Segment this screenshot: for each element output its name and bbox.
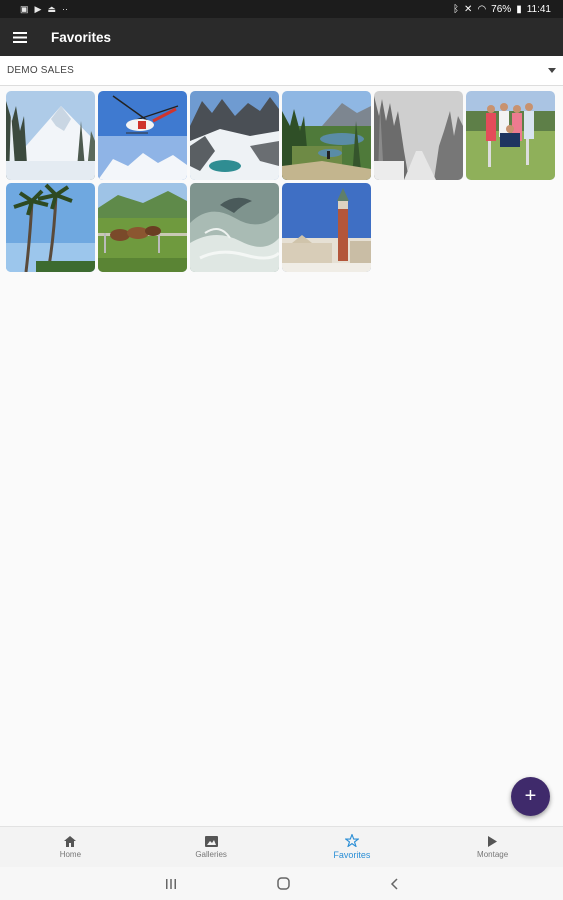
dropdown-selected-value: DEMO SALES bbox=[7, 65, 75, 76]
app-bar: Favorites bbox=[0, 18, 563, 56]
photo-thumbnail[interactable] bbox=[190, 91, 279, 180]
nav-label-home: Home bbox=[59, 849, 82, 859]
status-bar: ▣ ▶ ⏏ ·· ᛒ ✕ ◠ 76% ▮ 11:41 bbox=[0, 0, 563, 18]
battery-percent: 76% bbox=[491, 3, 512, 15]
download-notification-icon: ⏏ bbox=[47, 3, 56, 14]
recent-apps-icon[interactable] bbox=[165, 878, 177, 890]
page-title: Favorites bbox=[51, 29, 112, 45]
home-button-icon[interactable] bbox=[276, 877, 290, 890]
photo-thumbnail[interactable] bbox=[98, 183, 187, 272]
system-status: ᛒ ✕ ◠ 76% ▮ 11:41 bbox=[453, 4, 551, 15]
image-icon bbox=[204, 835, 218, 847]
notification-icons: ▣ ▶ ⏏ ·· bbox=[20, 4, 68, 15]
plus-icon: + bbox=[524, 785, 537, 807]
chevron-down-icon bbox=[548, 68, 556, 73]
photo-thumbnail[interactable] bbox=[282, 91, 371, 180]
photo-thumbnail[interactable] bbox=[6, 183, 95, 272]
play-store-notification-icon: ▶ bbox=[34, 3, 42, 14]
nav-label-favorites: Favorites bbox=[333, 850, 371, 860]
system-navigation-bar bbox=[0, 867, 563, 900]
bottom-navigation: Home Galleries Favorites Montage bbox=[0, 826, 563, 867]
nav-item-galleries[interactable]: Galleries bbox=[141, 827, 282, 867]
hamburger-menu-icon[interactable] bbox=[0, 18, 40, 56]
clock: 11:41 bbox=[526, 3, 551, 15]
back-icon[interactable] bbox=[390, 877, 399, 890]
bluetooth-icon: ᛒ bbox=[453, 3, 460, 15]
star-icon bbox=[344, 834, 359, 847]
gallery-notification-icon: ▣ bbox=[20, 3, 29, 14]
nav-item-montage[interactable]: Montage bbox=[422, 827, 563, 867]
photo-thumbnail[interactable] bbox=[374, 91, 463, 180]
photo-grid bbox=[6, 91, 555, 272]
photo-thumbnail[interactable] bbox=[282, 183, 371, 272]
photo-thumbnail[interactable] bbox=[98, 91, 187, 180]
play-icon bbox=[488, 835, 498, 847]
mute-icon: ✕ bbox=[464, 3, 473, 15]
home-icon bbox=[64, 835, 77, 847]
nav-label-galleries: Galleries bbox=[195, 849, 227, 859]
nav-item-home[interactable]: Home bbox=[0, 827, 141, 867]
more-notifications-icon: ·· bbox=[61, 4, 68, 14]
nav-item-favorites[interactable]: Favorites bbox=[282, 827, 423, 867]
wifi-icon: ◠ bbox=[477, 3, 487, 15]
photo-thumbnail[interactable] bbox=[190, 183, 279, 272]
battery-icon: ▮ bbox=[516, 3, 522, 15]
photo-thumbnail[interactable] bbox=[6, 91, 95, 180]
gallery-selector-dropdown[interactable]: DEMO SALES bbox=[0, 56, 563, 86]
add-button[interactable]: + bbox=[511, 777, 550, 816]
photo-thumbnail[interactable] bbox=[466, 91, 555, 180]
nav-label-montage: Montage bbox=[477, 849, 509, 859]
